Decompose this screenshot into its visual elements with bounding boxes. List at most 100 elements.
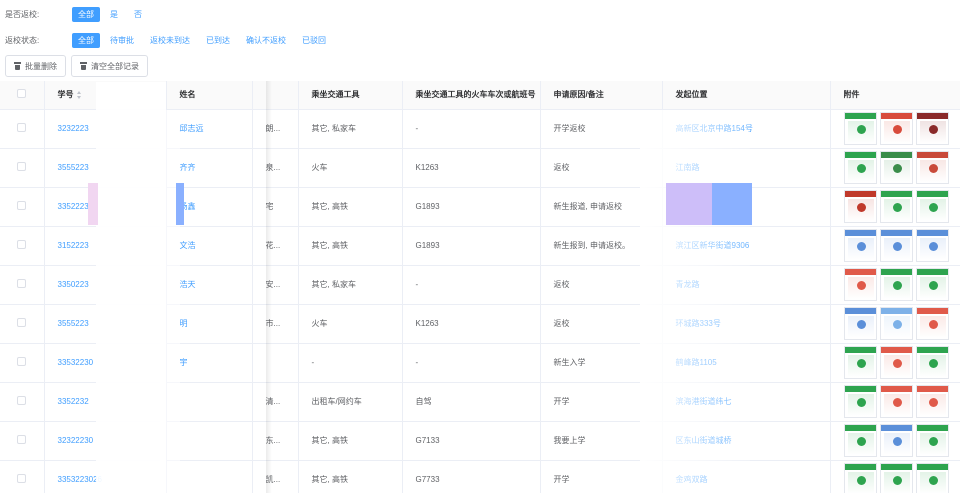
attachment-thumbnail[interactable]: [915, 307, 949, 340]
header-reason: 申请原因/备注: [540, 81, 663, 110]
address-cell: 泉...: [252, 148, 299, 188]
header-address: [252, 81, 299, 110]
transport-cell: 出租车/网约车: [298, 382, 403, 422]
attachment-thumbnail[interactable]: [843, 346, 877, 379]
sort-icon[interactable]: [76, 91, 82, 100]
attachment-thumbnail[interactable]: [915, 424, 949, 457]
attachment-thumbnail[interactable]: [915, 229, 949, 262]
header-train: 乘坐交通工具的火车车次或航班号: [402, 81, 541, 110]
train-cell: G7733: [402, 460, 541, 493]
attachment-thumbnail[interactable]: [915, 346, 949, 379]
address-cell: [252, 343, 299, 383]
attachment-cell: [830, 382, 960, 422]
transport-cell: 其它, 私家车: [298, 109, 403, 149]
attachment-thumbnail[interactable]: [843, 463, 877, 493]
header-name: 姓名: [166, 81, 253, 110]
attachment-thumbnail[interactable]: [843, 424, 877, 457]
train-cell: K1263: [402, 148, 541, 188]
attachment-thumbnail[interactable]: [843, 190, 877, 223]
privacy-mask: [666, 183, 712, 225]
attachment-cell: [830, 343, 960, 383]
attachment-thumbnail[interactable]: [879, 346, 913, 379]
attachment-thumbnail[interactable]: [879, 268, 913, 301]
attachment-thumbnail[interactable]: [843, 229, 877, 262]
header-location: 发起位置: [662, 81, 831, 110]
attachment-thumbnail[interactable]: [879, 385, 913, 418]
row-checkbox[interactable]: [0, 109, 45, 149]
attachment-thumbnail[interactable]: [879, 463, 913, 493]
clear-all-label: 清空全部记录: [91, 61, 139, 71]
return-filter-yes[interactable]: 是: [104, 7, 124, 22]
attachment-thumbnail[interactable]: [879, 307, 913, 340]
batch-delete-button[interactable]: 批量删除: [5, 55, 66, 77]
attachment-thumbnail[interactable]: [843, 112, 877, 145]
row-checkbox[interactable]: [0, 226, 45, 266]
attachment-cell: [830, 460, 960, 493]
status-filter-not-return[interactable]: 确认不返校: [240, 33, 292, 48]
toolbar: 批量删除 清空全部记录: [5, 55, 148, 77]
attachment-cell: [830, 421, 960, 461]
row-checkbox[interactable]: [0, 187, 45, 227]
transport-cell: 其它, 高铁: [298, 226, 403, 266]
status-filter-pending[interactable]: 待审批: [104, 33, 140, 48]
transport-cell: -: [298, 343, 403, 383]
transport-cell: 其它, 高铁: [298, 187, 403, 227]
attachment-cell: [830, 304, 960, 344]
train-cell: -: [402, 109, 541, 149]
return-filter-all[interactable]: 全部: [72, 6, 100, 22]
row-checkbox[interactable]: [0, 460, 45, 493]
return-filter-label: 是否返校:: [5, 9, 40, 19]
attachment-thumbnail[interactable]: [879, 112, 913, 145]
attachment-thumbnail[interactable]: [843, 151, 877, 184]
row-checkbox[interactable]: [0, 148, 45, 188]
attachment-thumbnail[interactable]: [843, 307, 877, 340]
address-cell: 朗...: [252, 109, 299, 149]
fixed-column-shadow: [266, 81, 272, 493]
attachment-thumbnail[interactable]: [915, 112, 949, 145]
attachment-thumbnail[interactable]: [879, 151, 913, 184]
attachment-thumbnail[interactable]: [915, 268, 949, 301]
attachment-thumbnail[interactable]: [879, 424, 913, 457]
transport-cell: 火车: [298, 304, 403, 344]
header-attachment: 附件: [830, 81, 960, 110]
return-filter-no[interactable]: 否: [128, 7, 148, 22]
transport-cell: 其它, 高铁: [298, 421, 403, 461]
attachment-thumbnail[interactable]: [915, 190, 949, 223]
attachment-thumbnail[interactable]: [879, 190, 913, 223]
row-checkbox[interactable]: [0, 265, 45, 305]
attachment-thumbnail[interactable]: [915, 385, 949, 418]
attachment-thumbnail[interactable]: [843, 268, 877, 301]
attachment-cell: [830, 109, 960, 149]
attachment-thumbnail[interactable]: [915, 463, 949, 493]
status-filter-all[interactable]: 全部: [72, 32, 100, 48]
status-filter-rejected[interactable]: 已驳回: [296, 33, 332, 48]
status-filter-label: 返校状态:: [5, 35, 40, 45]
transport-cell: 其它, 高铁: [298, 460, 403, 493]
clear-all-button[interactable]: 清空全部记录: [71, 55, 148, 77]
attachment-thumbnail[interactable]: [843, 385, 877, 418]
train-cell: K1263: [402, 304, 541, 344]
trash-icon: [80, 62, 87, 70]
batch-delete-label: 批量删除: [25, 61, 57, 71]
address-cell: 东...: [252, 421, 299, 461]
status-filter-arrived[interactable]: 已到达: [200, 33, 236, 48]
transport-cell: 其它, 私家车: [298, 265, 403, 305]
privacy-mask: [96, 82, 166, 493]
status-filter: 返校状态: 全部 待审批 返校未到达 已到达 确认不返校 已驳回: [0, 32, 336, 48]
row-checkbox[interactable]: [0, 343, 45, 383]
address-cell: 凯...: [252, 460, 299, 493]
attachment-thumbnail[interactable]: [915, 151, 949, 184]
train-cell: -: [402, 343, 541, 383]
row-checkbox[interactable]: [0, 421, 45, 461]
row-checkbox[interactable]: [0, 304, 45, 344]
privacy-mask: [88, 183, 98, 225]
train-cell: 自驾: [402, 382, 541, 422]
status-filter-not-arrived[interactable]: 返校未到达: [144, 33, 196, 48]
address-cell: 安...: [252, 265, 299, 305]
attachment-thumbnail[interactable]: [879, 229, 913, 262]
row-checkbox[interactable]: [0, 382, 45, 422]
privacy-mask: [640, 110, 750, 493]
select-all-checkbox[interactable]: [0, 81, 45, 110]
trash-icon: [14, 62, 21, 70]
privacy-mask: [160, 110, 180, 493]
